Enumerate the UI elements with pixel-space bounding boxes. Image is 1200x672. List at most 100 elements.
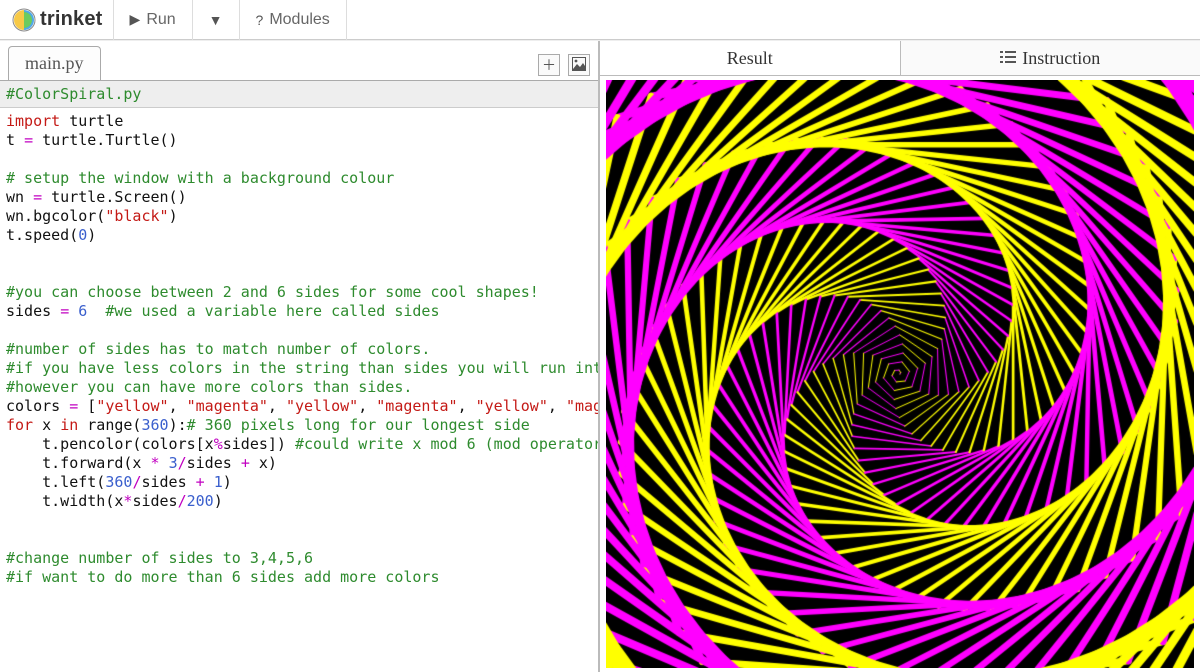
modules-label: Modules <box>269 11 329 29</box>
tok: , <box>548 397 566 415</box>
tok: + <box>196 473 205 491</box>
num: 360 <box>105 473 132 491</box>
tok: sides]) <box>223 435 295 453</box>
comment: #however you can have more colors than s… <box>6 378 412 396</box>
tok: ) <box>169 207 178 225</box>
num: 200 <box>187 492 214 510</box>
tok: wn.bgcolor( <box>6 207 105 225</box>
str: "black" <box>105 207 168 225</box>
kw-in: in <box>60 416 78 434</box>
num: 3 <box>169 454 178 472</box>
comment: #if you have less colors in the string t… <box>6 359 598 377</box>
question-icon: ? <box>256 12 264 28</box>
code-editor[interactable]: import turtle t = turtle.Turtle() # setu… <box>0 108 598 672</box>
tok: t.forward(x <box>6 454 151 472</box>
tok: = <box>24 131 33 149</box>
tok: wn <box>6 188 33 206</box>
num: 360 <box>141 416 168 434</box>
num: 0 <box>78 226 87 244</box>
tok: t.width(x <box>6 492 123 510</box>
tok: % <box>214 435 223 453</box>
tok: range( <box>78 416 141 434</box>
tok: = <box>33 188 42 206</box>
tok: * <box>151 454 160 472</box>
tok: / <box>178 454 187 472</box>
tok: , <box>358 397 376 415</box>
tok <box>160 454 169 472</box>
tok: [ <box>78 397 96 415</box>
tok: + <box>241 454 250 472</box>
chevron-down-icon: ▼ <box>209 12 223 28</box>
tab-instructions[interactable]: Instruction <box>901 41 1200 75</box>
tok: , <box>458 397 476 415</box>
tok: sides <box>6 302 60 320</box>
str: "magenta" <box>376 397 457 415</box>
instructions-label: Instruction <box>1022 48 1100 69</box>
brand-logo[interactable]: trinket <box>8 8 113 32</box>
str: "yellow" <box>286 397 358 415</box>
comment: #change number of sides to 3,4,5,6 <box>6 549 313 567</box>
add-file-button[interactable]: ＋ <box>538 54 560 76</box>
file-tab-label: main.py <box>25 53 84 73</box>
tok: sides <box>132 492 177 510</box>
tok: sides <box>187 454 241 472</box>
list-icon <box>1000 48 1016 69</box>
output-tabbar: Result Instruction <box>600 41 1200 76</box>
tok: turtle.Turtle() <box>33 131 178 149</box>
str: "yellow" <box>476 397 548 415</box>
tok: t.left( <box>6 473 105 491</box>
turtle-canvas <box>606 80 1194 668</box>
tok: x <box>33 416 60 434</box>
tok: ) <box>214 492 223 510</box>
brand-name: trinket <box>40 8 103 31</box>
play-icon: ▶ <box>130 11 141 28</box>
tok: / <box>178 492 187 510</box>
tok: colors <box>6 397 69 415</box>
result-label: Result <box>727 48 773 69</box>
trinket-logo-icon <box>12 8 36 32</box>
num: 1 <box>214 473 223 491</box>
run-label: Run <box>146 11 175 29</box>
turtle-canvas-wrap <box>606 80 1194 668</box>
image-library-button[interactable] <box>568 54 590 76</box>
comment: # setup the window with a background col… <box>6 169 394 187</box>
str: "magenta" <box>566 397 598 415</box>
comment: #if want to do more than 6 sides add mor… <box>6 568 439 586</box>
tok: ) <box>87 226 96 244</box>
editor-pane: main.py ＋ #ColorSpiral.py import turtle … <box>0 41 600 672</box>
tok: = <box>60 302 69 320</box>
tok: ): <box>169 416 187 434</box>
modules-button[interactable]: ? Modules <box>239 0 347 40</box>
num: 6 <box>78 302 87 320</box>
kw-import: import <box>6 112 60 130</box>
top-toolbar: trinket ▶ Run ▼ ? Modules <box>0 0 1200 40</box>
tok: , <box>169 397 187 415</box>
comment: # 360 pixels long for our longest side <box>187 416 530 434</box>
comment: #number of sides has to match number of … <box>6 340 430 358</box>
kw-for: for <box>6 416 33 434</box>
run-dropdown-button[interactable]: ▼ <box>192 0 239 40</box>
str: "yellow" <box>96 397 168 415</box>
tok <box>69 302 78 320</box>
tok: t.pencolor(colors[x <box>6 435 214 453</box>
output-pane: Result Instruction <box>600 41 1200 672</box>
comment: #you can choose between 2 and 6 sides fo… <box>6 283 539 301</box>
tok: , <box>268 397 286 415</box>
tok: = <box>69 397 78 415</box>
tok: x) <box>250 454 277 472</box>
tok <box>205 473 214 491</box>
tok: t <box>6 131 24 149</box>
comment: #could write x mod 6 (mod operator) but <box>295 435 598 453</box>
tok: ) <box>223 473 232 491</box>
main-split: main.py ＋ #ColorSpiral.py import turtle … <box>0 40 1200 672</box>
tok: turtle.Screen() <box>42 188 187 206</box>
tok: turtle <box>60 112 123 130</box>
file-tab-main[interactable]: main.py <box>8 46 101 80</box>
header-comment: #ColorSpiral.py <box>6 85 141 103</box>
tok: t.speed( <box>6 226 78 244</box>
editor-tabbar: main.py ＋ <box>0 41 598 81</box>
code-first-line: #ColorSpiral.py <box>0 81 598 108</box>
run-button[interactable]: ▶ Run <box>113 0 192 40</box>
tab-result[interactable]: Result <box>600 41 901 75</box>
tok: sides <box>141 473 195 491</box>
